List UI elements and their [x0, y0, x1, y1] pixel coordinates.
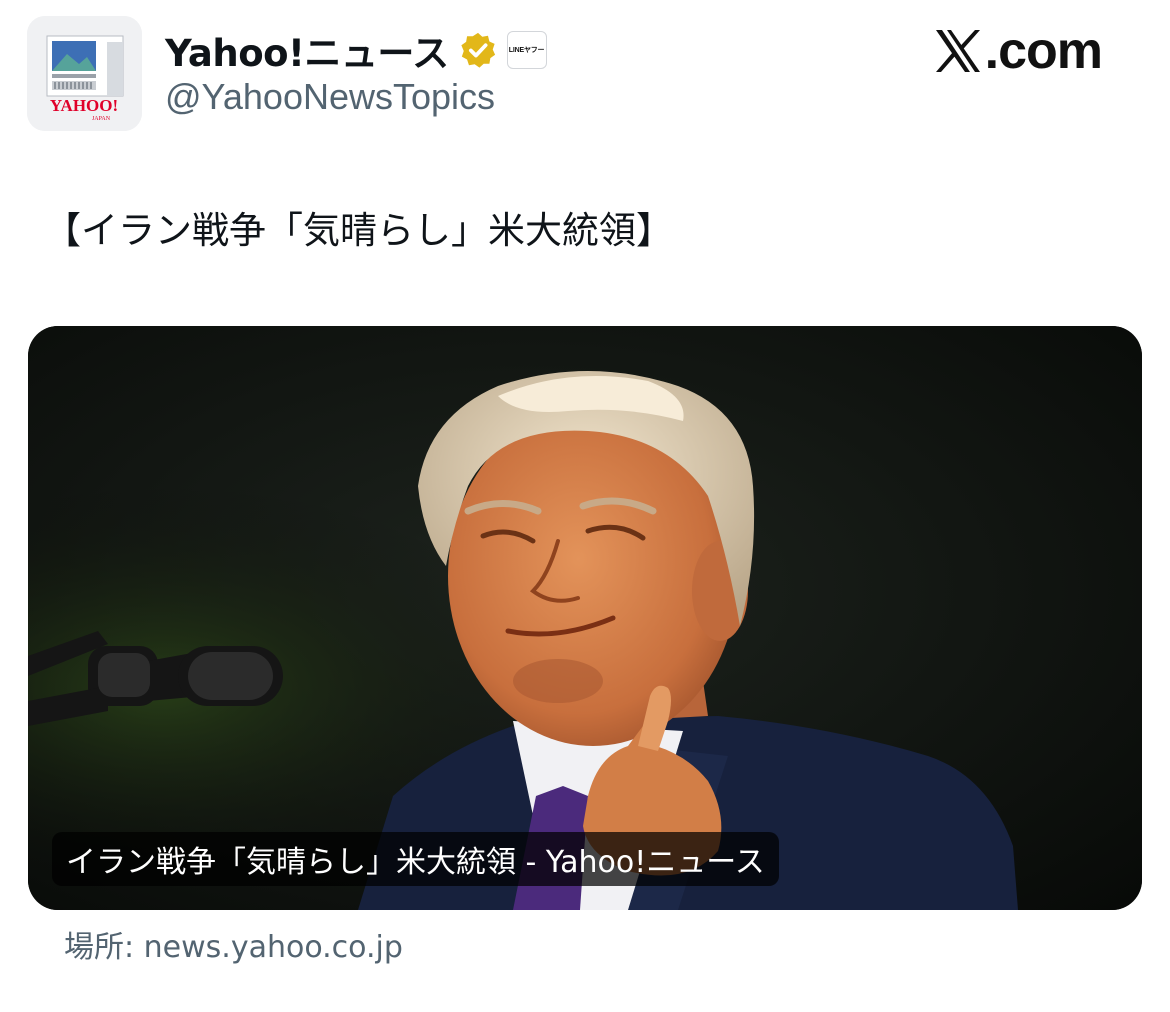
display-name[interactable]: Yahoo!ニュース	[165, 23, 449, 77]
affiliate-badge[interactable]: LINEヤフー	[506, 31, 547, 69]
user-handle[interactable]: @YahooNewsTopics	[165, 76, 495, 118]
card-caption: イラン戦争「気晴らし」米大統領 - Yahoo!ニュース	[52, 832, 779, 886]
news-photo	[28, 326, 1142, 910]
link-card[interactable]: イラン戦争「気晴らし」米大統領 - Yahoo!ニュース	[28, 326, 1142, 910]
svg-text:JAPAN: JAPAN	[92, 116, 111, 122]
yahoo-news-logo-icon: YAHOO! JAPAN	[27, 16, 142, 131]
x-com-brand: .com	[933, 18, 1103, 84]
svg-text:YAHOO!: YAHOO!	[50, 96, 118, 115]
x-logo-icon	[935, 30, 980, 72]
display-name-row: Yahoo!ニュース LINEヤフー	[165, 24, 547, 76]
profile-avatar[interactable]: YAHOO! JAPAN	[27, 16, 142, 131]
post-screenshot: YAHOO! JAPAN Yahoo!ニュース LINEヤフー @YahooNe…	[0, 0, 1170, 1012]
verified-badge-icon[interactable]	[459, 31, 497, 69]
brand-domain-text: .com	[984, 22, 1103, 80]
post-text: 【イラン戦争「気晴らし」米大統領】	[44, 209, 673, 252]
card-source-domain[interactable]: 場所: news.yahoo.co.jp	[64, 922, 403, 966]
card-caption-text: イラン戦争「気晴らし」米大統領 - Yahoo!ニュース	[66, 845, 765, 880]
